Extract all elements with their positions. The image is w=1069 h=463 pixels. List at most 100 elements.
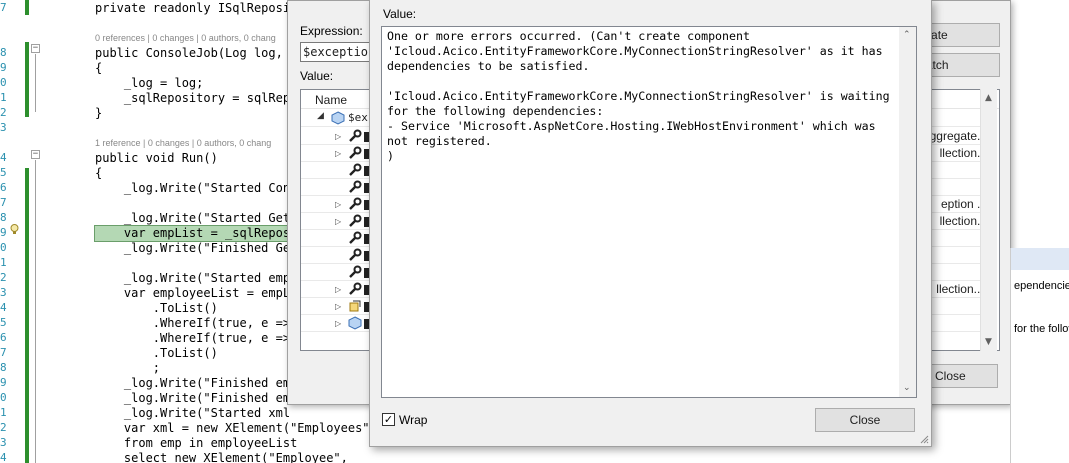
scroll-down-icon[interactable]: ▼ (985, 337, 992, 347)
collapse-toggle-icon[interactable]: − (31, 44, 40, 53)
code-line[interactable]: ; (95, 361, 160, 376)
codelens-info[interactable]: 0 references | 0 changes | 0 authors, 0 … (95, 33, 276, 43)
scroll-up-icon[interactable]: ▲ (985, 93, 992, 103)
side-text-line: for the follov (1014, 323, 1069, 335)
wrench-icon (349, 282, 362, 295)
root-name: $ex (348, 111, 368, 124)
outline-line (35, 54, 36, 112)
line-number: 3 (0, 121, 7, 134)
code-line[interactable]: public void Run() (95, 151, 218, 166)
expand-arrow-icon[interactable]: ▷ (335, 217, 341, 226)
code-line[interactable]: .ToList() (95, 301, 218, 316)
wrench-icon (349, 248, 362, 261)
object-icon (331, 111, 345, 125)
collapse-arrow-icon[interactable]: ◢ (317, 111, 324, 121)
line-number: 2 (0, 271, 7, 284)
value-textbox[interactable]: One or more errors occurred. (Can't crea… (381, 26, 917, 398)
code-line[interactable]: .ToList() (95, 346, 218, 361)
wrench-icon (349, 265, 362, 278)
code-line[interactable]: { (95, 166, 102, 181)
scroll-down-icon[interactable]: ⌄ (903, 383, 911, 393)
side-panel: ependencies for the follov (1010, 248, 1069, 463)
line-number: 7 (0, 196, 7, 209)
code-line[interactable]: _log.Write("Finished emp (95, 376, 297, 391)
line-number: 9 (0, 226, 7, 239)
expression-label: Expression: (300, 24, 363, 38)
line-number: 7 (0, 1, 7, 14)
line-number: 6 (0, 331, 7, 344)
expand-arrow-icon[interactable]: ▷ (335, 319, 341, 328)
wrench-icon (349, 129, 362, 142)
code-line[interactable]: from emp in employeeList (95, 436, 297, 451)
wrench-icon (349, 197, 362, 210)
text-visualizer-dialog: Value: One or more errors occurred. (Can… (369, 0, 932, 447)
line-number: 1 (0, 256, 7, 269)
code-line[interactable]: } (95, 106, 102, 121)
code-line[interactable]: .WhereIf(true, e => (95, 316, 290, 331)
code-line[interactable]: public ConsoleJob(Log log, I (95, 46, 297, 61)
line-number: 2 (0, 106, 7, 119)
line-number: 5 (0, 316, 7, 329)
change-bar (25, 0, 29, 15)
code-line[interactable]: _log = log; (95, 76, 203, 91)
expression-input[interactable]: $exception (300, 42, 380, 62)
change-bar (25, 42, 29, 117)
line-number: 0 (0, 76, 7, 89)
side-text-line: ependencies (1014, 280, 1069, 292)
close-button[interactable]: Close (815, 408, 915, 432)
code-line[interactable]: var employeeList = empLi (95, 286, 297, 301)
expand-arrow-icon[interactable]: ▷ (335, 302, 341, 311)
line-number: 8 (0, 46, 7, 59)
column-name-header[interactable]: Name (315, 93, 347, 107)
wrap-checkbox[interactable]: ✓ (382, 413, 395, 426)
code-line[interactable]: .WhereIf(true, e => (95, 331, 290, 346)
line-number: 8 (0, 361, 7, 374)
line-number: 5 (0, 166, 7, 179)
code-line[interactable]: { (95, 61, 102, 76)
wrench-icon (349, 163, 362, 176)
expand-arrow-icon[interactable]: ▷ (335, 200, 341, 209)
line-number: 9 (0, 61, 7, 74)
expand-arrow-icon[interactable]: ▷ (335, 149, 341, 158)
line-number: 1 (0, 91, 7, 104)
line-number: 0 (0, 241, 7, 254)
wrench-icon (349, 214, 362, 227)
value-text[interactable]: One or more errors occurred. (Can't crea… (387, 29, 899, 164)
line-number: 4 (0, 451, 7, 463)
grid-scrollbar[interactable]: ▲ ▼ (980, 89, 997, 351)
line-number: 6 (0, 181, 7, 194)
code-line[interactable]: _log.Write("Finished Get (95, 241, 297, 256)
wrap-label[interactable]: Wrap (399, 413, 427, 427)
wrench-icon (349, 146, 362, 159)
line-number: 0 (0, 391, 7, 404)
code-line[interactable]: select new XElement("Employee", (95, 451, 348, 463)
code-line[interactable]: var xml = new XElement("Employees", (95, 421, 377, 436)
current-statement-line[interactable]: var empList = _sqlReposi (93, 225, 299, 242)
code-line[interactable]: private readonly ISqlReposit (95, 1, 297, 16)
resize-grip-icon[interactable] (919, 434, 929, 444)
expand-arrow-icon[interactable]: ▷ (335, 132, 341, 141)
line-number: 3 (0, 436, 7, 449)
scroll-up-icon[interactable]: ⌃ (903, 30, 911, 40)
collapse-toggle-icon[interactable]: − (31, 150, 40, 159)
line-number: 2 (0, 421, 7, 434)
object-icon (348, 316, 362, 330)
code-line[interactable]: _log.Write("Started Cons (95, 181, 297, 196)
value-scrollbar[interactable]: ⌃ ⌄ (899, 27, 916, 397)
side-panel-header (1011, 248, 1069, 270)
expand-arrow-icon[interactable]: ▷ (335, 285, 341, 294)
line-number: 7 (0, 346, 7, 359)
code-line[interactable]: _log.Write("Started xml (95, 406, 297, 421)
lightbulb-icon[interactable] (10, 224, 19, 235)
code-line[interactable]: _sqlRepository = sqlRepo (95, 91, 297, 106)
wrench-icon (349, 231, 362, 244)
value-label: Value: (383, 7, 417, 21)
code-line[interactable]: _log.Write("Started GetS (95, 211, 297, 226)
codelens-info[interactable]: 1 reference | 0 changes | 0 authors, 0 c… (95, 138, 271, 148)
code-line[interactable]: _log.Write("Finished emp (95, 391, 297, 406)
code-line[interactable]: _log.Write("Started empl (95, 271, 297, 286)
change-bar (25, 168, 29, 463)
quickwatch-close-button[interactable]: Close (928, 364, 998, 388)
value-label: Value: (300, 69, 334, 83)
line-number: 3 (0, 286, 7, 299)
